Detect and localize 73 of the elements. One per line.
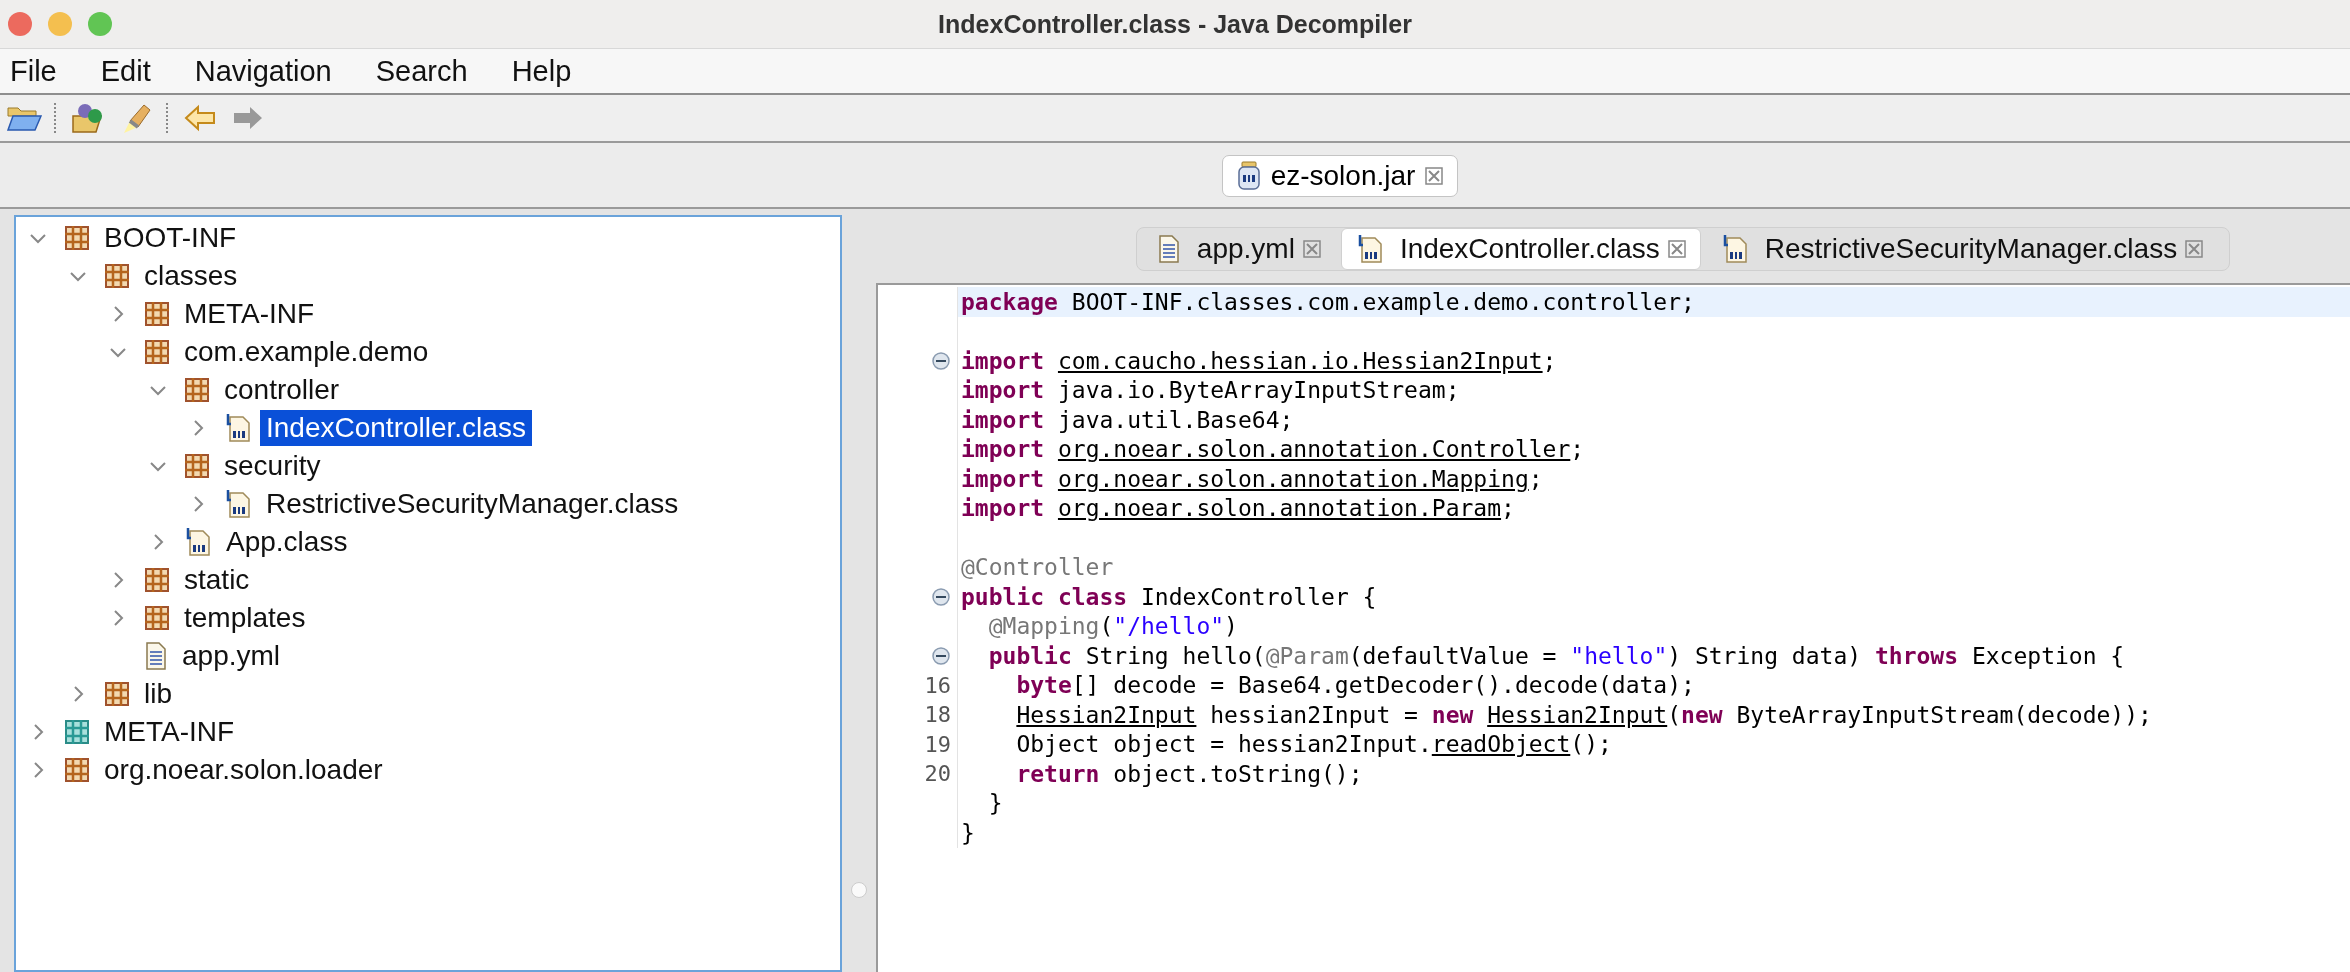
package-icon <box>184 377 210 403</box>
editor-tab[interactable]: app.yml <box>1142 228 1335 270</box>
code-line: public class IndexController { <box>961 583 1377 610</box>
editor-tab[interactable]: IndexController.class <box>1340 228 1701 270</box>
code-line: import java.util.Base64; <box>961 406 1294 433</box>
tree-item[interactable]: app.yml <box>176 638 287 674</box>
menu-item[interactable]: Search <box>375 50 468 92</box>
tree-item[interactable]: static <box>178 562 256 598</box>
tree-item[interactable]: RestrictiveSecurityManager.class <box>260 486 685 522</box>
menu-item[interactable]: Edit <box>100 50 151 92</box>
tree-item[interactable]: META-INF <box>178 296 321 332</box>
menu-item[interactable]: Help <box>511 50 572 92</box>
code-line: import org.noear.solon.annotation.Param; <box>961 495 1515 522</box>
class-file-icon <box>224 489 252 519</box>
code-line: package BOOT-INF.classes.com.example.demo.controller; <box>961 288 1695 315</box>
class-file-icon <box>184 527 212 557</box>
document-icon <box>1156 234 1181 264</box>
close-icon <box>1667 240 1686 258</box>
line-number: 18 <box>924 702 951 728</box>
code-line: @Controller <box>961 554 1114 581</box>
tree-item[interactable]: controller <box>218 372 346 408</box>
tree-item[interactable]: security <box>218 448 327 484</box>
package-icon <box>64 757 90 783</box>
menu-item[interactable]: Navigation <box>194 50 332 92</box>
line-number: 20 <box>924 761 951 787</box>
tree-item[interactable]: BOOT-INF <box>98 220 243 256</box>
code-line: Object object = hessian2Input.readObject(); <box>1016 731 1612 758</box>
close-window-button[interactable] <box>8 12 32 36</box>
close-icon <box>2185 240 2204 258</box>
class-file-icon <box>224 413 252 443</box>
tree-item[interactable]: org.noear.solon.loader <box>98 752 389 788</box>
collapse-icon[interactable] <box>931 586 951 607</box>
line-number: 19 <box>924 731 951 757</box>
tree-item[interactable]: META-INF <box>98 714 241 750</box>
package-icon <box>144 339 170 365</box>
close-icon <box>1425 167 1444 185</box>
close-icon <box>1302 240 1321 258</box>
code-line: import org.noear.solon.annotation.Controller; <box>961 436 1585 463</box>
collapse-icon[interactable] <box>931 645 951 666</box>
code-line: } <box>988 790 1003 817</box>
tree-item[interactable]: App.class <box>220 524 354 560</box>
tree-item[interactable]: com.example.demo <box>178 334 435 370</box>
package-icon <box>184 453 210 479</box>
tree-item[interactable]: lib <box>138 676 178 712</box>
tree-item[interactable]: IndexController.class <box>260 410 532 446</box>
code-line: Hessian2Input hessian2Input = new Hessian2Input(new ByteArrayInputStream(decode)); <box>1016 701 2152 728</box>
code-line: } <box>961 819 975 846</box>
zoom-window-button[interactable] <box>88 12 112 36</box>
code-line: import java.io.ByteArrayInputStream; <box>961 377 1460 404</box>
package-icon <box>104 681 130 707</box>
menu-item[interactable]: File <box>10 50 57 92</box>
splitter-handle[interactable] <box>851 882 867 898</box>
package-icon <box>64 225 90 251</box>
package-icon <box>104 263 130 289</box>
package-icon <box>144 605 170 631</box>
tree-item[interactable]: classes <box>138 258 244 294</box>
jar-icon <box>1236 161 1261 191</box>
package-icon <box>144 301 170 327</box>
code-line: @Mapping("/hello") <box>988 613 1238 640</box>
code-line: byte[] decode = Base64.getDecoder().decode(data); <box>1016 672 1695 699</box>
collapse-icon[interactable] <box>931 350 951 371</box>
code-line: import org.noear.solon.annotation.Mapping; <box>961 465 1543 492</box>
tree-item[interactable]: templates <box>178 600 312 636</box>
window-title: IndexController.class - Java Decompiler <box>938 9 1412 38</box>
package-icon <box>64 719 90 745</box>
document-icon <box>144 641 168 671</box>
line-number: 16 <box>924 672 951 698</box>
code-line: public String hello(@Param(defaultValue = "hello") String data) throws Exception { <box>988 642 2125 669</box>
package-icon <box>144 567 170 593</box>
code-line: import com.caucho.hessian.io.Hessian2Input; <box>961 347 1557 374</box>
code-line: return object.toString(); <box>1016 760 1363 787</box>
editor-tab[interactable]: RestrictiveSecurityManager.class <box>1706 228 2218 270</box>
file-tab[interactable]: ez-solon.jar <box>1221 155 1459 197</box>
